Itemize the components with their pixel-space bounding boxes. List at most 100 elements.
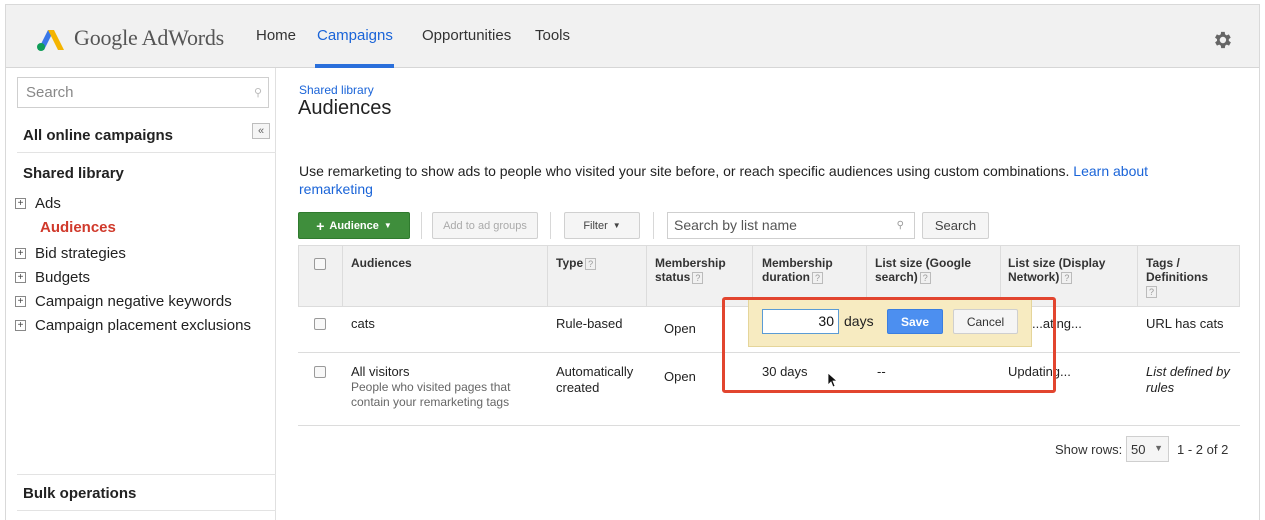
sidebar-item-label: Ads xyxy=(35,195,61,212)
adwords-logo-icon xyxy=(37,30,64,51)
sidebar-item-budgets[interactable]: + Budgets xyxy=(15,269,90,286)
sidebar-item-label: Bid strategies xyxy=(35,245,126,262)
audience-name-all-visitors[interactable]: All visitors xyxy=(351,364,410,380)
col-divider xyxy=(1137,246,1138,307)
sidebar-item-campaign-placement-exclusions[interactable]: + Campaign placement exclusions xyxy=(15,317,251,334)
sidebar: Search ⚲ All online campaigns « Shared l… xyxy=(6,68,276,520)
col-audiences[interactable]: Audiences xyxy=(351,256,412,270)
col-list-size-search[interactable]: List size (Google search)? xyxy=(875,256,971,284)
chevron-down-icon: ▼ xyxy=(383,221,392,230)
col-label: status xyxy=(655,270,691,284)
sidebar-search-placeholder: Search xyxy=(26,84,74,101)
nav-active-underline xyxy=(315,64,394,68)
col-label: Membership xyxy=(655,256,726,270)
learn-about-link[interactable]: Learn about xyxy=(1073,163,1148,179)
col-label: Definitions xyxy=(1146,270,1208,284)
col-list-size-display[interactable]: List size (Display Network)? xyxy=(1008,256,1105,284)
status-cell[interactable]: Open xyxy=(664,369,696,385)
sidebar-divider xyxy=(17,152,276,153)
col-divider xyxy=(547,246,548,307)
list-search-placeholder: Search by list name xyxy=(674,217,797,233)
select-all-checkbox[interactable] xyxy=(314,258,326,270)
all-online-campaigns[interactable]: All online campaigns xyxy=(23,127,173,144)
col-type-label: Type xyxy=(556,256,584,270)
tags-line: List defined by xyxy=(1146,364,1230,379)
sidebar-search-input[interactable]: Search ⚲ xyxy=(17,77,269,108)
rows-per-page-select[interactable]: 50 ▼ xyxy=(1126,436,1169,462)
sidebar-divider xyxy=(17,474,276,475)
tags-cell: URL has cats xyxy=(1146,316,1224,331)
sidebar-item-campaign-negative-keywords[interactable]: + Campaign negative keywords xyxy=(15,293,232,310)
mouse-pointer-icon xyxy=(827,372,837,388)
page-description: Use remarketing to show ads to people wh… xyxy=(299,162,1219,198)
col-tags-definitions[interactable]: Tags / Definitions? xyxy=(1146,256,1208,298)
sidebar-item-label: Campaign placement exclusions xyxy=(35,317,251,334)
sidebar-item-ads[interactable]: + Ads xyxy=(15,195,61,212)
col-label: List size (Display xyxy=(1008,256,1106,270)
expand-icon: + xyxy=(15,320,26,331)
collapse-sidebar-button[interactable]: « xyxy=(252,123,270,139)
tags-line: rules xyxy=(1146,380,1175,395)
filter-button[interactable]: Filter ▼ xyxy=(564,212,640,239)
type-line: Automatically xyxy=(556,364,634,379)
audience-description: People who visited pages that xyxy=(351,380,511,394)
tags-cell: List defined by rules xyxy=(1146,364,1230,396)
bulk-operations[interactable]: Bulk operations xyxy=(23,485,136,502)
adwords-logo[interactable]: Google AdWords xyxy=(34,23,224,53)
page-title: Audiences xyxy=(298,97,392,119)
help-icon[interactable]: ? xyxy=(919,271,931,284)
col-divider xyxy=(342,246,343,307)
col-type[interactable]: Type? xyxy=(556,256,597,270)
row-checkbox[interactable] xyxy=(314,318,326,330)
audience-description: contain your remarketing tags xyxy=(351,395,510,409)
help-icon[interactable]: ? xyxy=(692,271,704,284)
audience-name-cats[interactable]: cats xyxy=(351,316,375,332)
help-icon[interactable]: ? xyxy=(812,271,823,284)
col-label: Membership xyxy=(762,256,833,270)
type-cell: Automatically created xyxy=(556,364,633,396)
sidebar-item-bid-strategies[interactable]: + Bid strategies xyxy=(15,245,126,262)
col-label: Network) xyxy=(1008,270,1060,284)
highlight-box xyxy=(722,297,1056,393)
nav-tools[interactable]: Tools xyxy=(535,27,570,44)
pagination-range: 1 - 2 of 2 xyxy=(1177,442,1229,457)
col-label: duration xyxy=(762,270,810,284)
sidebar-item-audiences[interactable]: Audiences xyxy=(40,219,116,236)
sidebar-divider xyxy=(17,510,276,511)
search-button[interactable]: Search xyxy=(922,212,989,239)
breadcrumb[interactable]: Shared library xyxy=(299,83,374,97)
help-icon[interactable]: ? xyxy=(1061,271,1073,284)
shared-library-heading[interactable]: Shared library xyxy=(23,165,124,182)
type-line: created xyxy=(556,380,600,395)
add-audience-button[interactable]: + Audience ▼ xyxy=(298,212,410,239)
nav-campaigns[interactable]: Campaigns xyxy=(317,27,393,44)
col-label: Tags / xyxy=(1146,256,1180,270)
toolbar-separator xyxy=(550,212,551,239)
col-label: List size (Google xyxy=(875,256,972,270)
toolbar-separator xyxy=(653,212,654,239)
audience-button-label: Audience xyxy=(329,219,379,232)
top-bar: Google AdWords Home Campaigns Opportunit… xyxy=(6,5,1259,68)
chevron-down-icon: ▼ xyxy=(1154,443,1163,453)
nav-home[interactable]: Home xyxy=(256,27,296,44)
type-cell: Rule-based xyxy=(556,316,623,331)
sidebar-item-label: Budgets xyxy=(35,269,91,286)
col-membership-duration[interactable]: Membership duration? xyxy=(762,256,833,284)
add-to-ad-groups-button[interactable]: Add to ad groups xyxy=(432,212,538,239)
expand-icon: + xyxy=(15,198,26,209)
status-cell[interactable]: Open xyxy=(664,321,696,337)
gear-icon[interactable] xyxy=(1211,29,1233,51)
list-search-input[interactable]: Search by list name ⚲ xyxy=(667,212,915,239)
remarketing-link[interactable]: remarketing xyxy=(299,181,373,197)
col-label: search) xyxy=(875,270,918,284)
help-icon[interactable]: ? xyxy=(1146,285,1157,298)
col-membership-status[interactable]: Membership status? xyxy=(655,256,726,284)
nav-opportunities[interactable]: Opportunities xyxy=(422,27,511,44)
row-divider xyxy=(298,425,1240,426)
show-rows-label: Show rows: xyxy=(1055,442,1123,457)
expand-icon: + xyxy=(15,248,26,259)
help-icon[interactable]: ? xyxy=(585,257,597,270)
sidebar-item-label: Campaign negative keywords xyxy=(35,293,232,310)
logo-text: Google AdWords xyxy=(74,25,225,50)
row-checkbox[interactable] xyxy=(314,366,326,378)
